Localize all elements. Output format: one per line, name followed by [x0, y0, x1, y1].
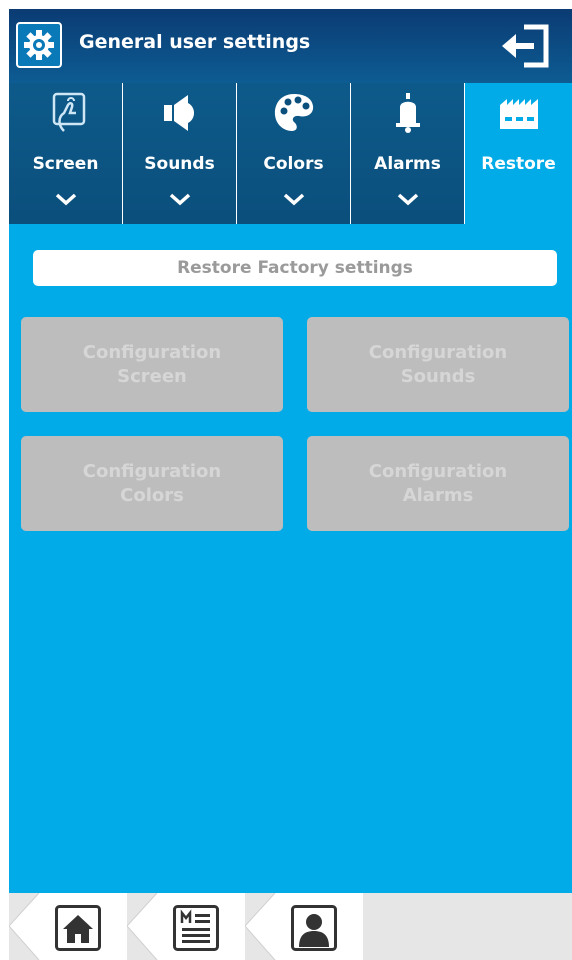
tab-restore[interactable]: Restore	[465, 83, 572, 224]
tab-sounds[interactable]: Sounds	[123, 83, 237, 224]
palette-icon	[274, 94, 313, 131]
button-label-line2: Sounds	[400, 365, 476, 387]
tab-label: Alarms	[374, 154, 441, 174]
tab-label: Screen	[32, 154, 99, 174]
tab-screen[interactable]: Screen	[9, 83, 123, 224]
button-label-line1: Configuration	[82, 460, 222, 482]
chevron-down-icon	[55, 193, 76, 206]
settings-tabs: Screen Sounds Colors Alarms Restore	[9, 83, 572, 224]
configuration-screen-button[interactable]: Configuration Screen	[21, 317, 283, 412]
bell-icon	[395, 93, 420, 133]
chevron-down-icon	[397, 193, 418, 206]
configuration-sounds-button[interactable]: Configuration Sounds	[307, 317, 569, 412]
configuration-colors-button[interactable]: Configuration Colors	[21, 436, 283, 531]
tab-alarms[interactable]: Alarms	[351, 83, 465, 224]
app-window: General user settings Screen Sounds Colo…	[9, 9, 572, 960]
button-label-line1: Configuration	[82, 341, 222, 363]
button-label-line2: Alarms	[402, 484, 474, 506]
exit-icon[interactable]	[498, 21, 556, 71]
nav-user[interactable]	[245, 893, 363, 960]
tab-label: Sounds	[144, 154, 215, 174]
page-title: General user settings	[79, 31, 311, 53]
chevron-down-icon	[169, 193, 190, 206]
gear-icon[interactable]	[16, 22, 62, 68]
button-label-line2: Colors	[120, 484, 184, 506]
button-label-line1: Configuration	[368, 341, 508, 363]
menu-icon	[173, 905, 219, 951]
restore-factory-title: Restore Factory settings	[33, 250, 557, 286]
header-bar: General user settings	[9, 9, 572, 83]
bottom-navigation	[9, 893, 572, 960]
configuration-alarms-button[interactable]: Configuration Alarms	[307, 436, 569, 531]
tab-colors[interactable]: Colors	[237, 83, 351, 224]
button-label-line2: Screen	[117, 365, 187, 387]
button-label-line1: Configuration	[368, 460, 508, 482]
nav-home[interactable]	[9, 893, 127, 960]
home-icon	[55, 905, 101, 951]
speaker-icon	[163, 95, 194, 131]
factory-icon	[499, 99, 538, 129]
chevron-down-icon	[283, 193, 304, 206]
tab-label: Colors	[263, 154, 324, 174]
touch-screen-icon	[52, 92, 85, 132]
nav-menu[interactable]	[127, 893, 245, 960]
tab-label: Restore	[481, 154, 556, 174]
user-profile-icon	[291, 905, 337, 951]
